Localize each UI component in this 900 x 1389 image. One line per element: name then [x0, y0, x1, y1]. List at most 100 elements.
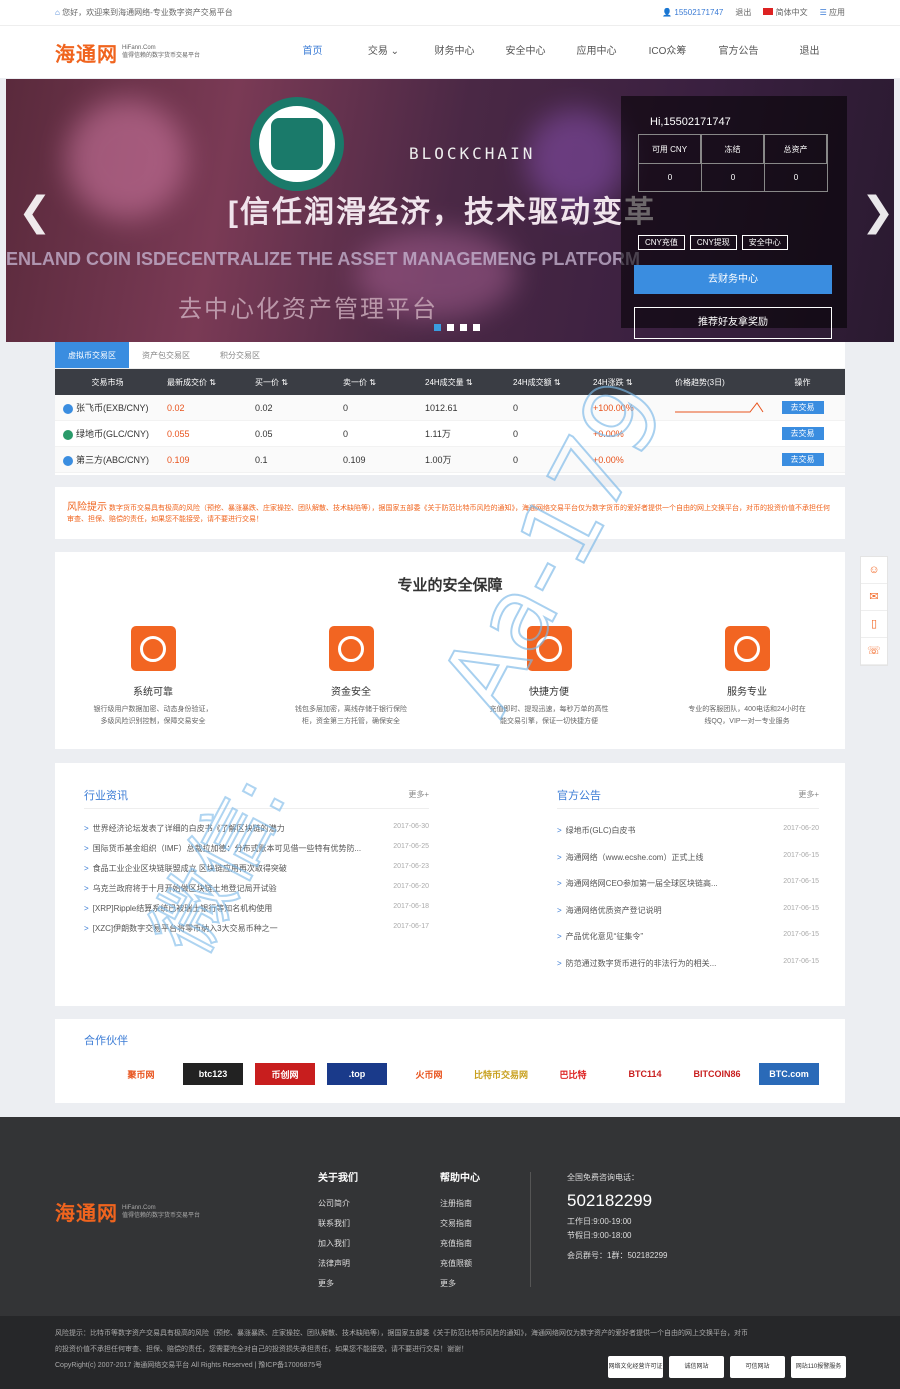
- footer-link[interactable]: 公司简介: [318, 1194, 358, 1214]
- col-sell[interactable]: 卖一价 ⇅: [328, 377, 410, 388]
- table-row[interactable]: 绿地币(GLC/CNY) 0.055 0.05 0 1.11万 0 +0.00% 去交易: [55, 421, 845, 447]
- footer-logo[interactable]: 海通网 HiFann.Com 值得信赖的数字货币交易平台: [55, 1197, 200, 1226]
- partner-logo[interactable]: 币创网: [255, 1063, 315, 1085]
- banner-subtitle: 去中心化资产管理平台: [178, 296, 438, 323]
- list-item[interactable]: > 绿地币(GLC)白皮书 2017-06-20: [557, 825, 819, 852]
- partner-logo[interactable]: 巴比特: [537, 1063, 609, 1085]
- finance-center-button[interactable]: 去财务中心: [634, 265, 832, 294]
- apps-link[interactable]: ☰ 应用: [820, 7, 845, 18]
- nav-logout[interactable]: 退出: [774, 26, 845, 78]
- tab-points[interactable]: 积分交易区: [203, 342, 277, 368]
- trust-badge[interactable]: 诚信网站: [669, 1356, 724, 1378]
- list-item[interactable]: > 产品优化意见“征集令” 2017-06-15: [557, 931, 819, 958]
- trade-button[interactable]: 去交易: [781, 401, 824, 414]
- footer-link[interactable]: 充值指南: [440, 1234, 480, 1254]
- list-item[interactable]: > 海通网络网CEO参加第一届全球区块链高... 2017-06-15: [557, 878, 819, 905]
- banner-slogan: [信任润滑经济，技术驱动变革: [228, 196, 656, 229]
- list-item[interactable]: > 国际货币基金组织（IMF）总裁拉加德：分布式账本可见借一些特有优势防... 20…: [84, 843, 429, 863]
- col-price[interactable]: 最新成交价 ⇅: [152, 377, 240, 388]
- nav-home[interactable]: 首页: [277, 26, 348, 78]
- table-row[interactable]: 第三方(ABC/CNY) 0.109 0.1 0.109 1.00万 0 +0.00% 去…: [55, 447, 845, 473]
- chat-icon[interactable]: ✉: [861, 584, 887, 611]
- list-item[interactable]: > 世界经济论坛发表了详细的白皮书《了解区块链的潜力 2017-06-30: [84, 823, 429, 843]
- trade-button[interactable]: 去交易: [781, 453, 824, 466]
- footer-link[interactable]: 交易指南: [440, 1214, 480, 1234]
- footer-link[interactable]: 联系我们: [318, 1214, 358, 1234]
- list-item[interactable]: > 食品工业企业区块链联盟成立 区块链应用再次取得突破 2017-06-23: [84, 863, 429, 883]
- partner-logo[interactable]: btc123: [183, 1063, 243, 1085]
- notice-title: 官方公告: [557, 790, 601, 802]
- partner-logo[interactable]: 比特币交易网: [465, 1063, 537, 1085]
- list-item[interactable]: > 乌克兰政府将于十月开始做区块链土地登记局开试验 2017-06-20: [84, 883, 429, 903]
- nav-ico[interactable]: ICO众筹: [632, 26, 703, 78]
- home-icon[interactable]: ⌂: [55, 8, 60, 17]
- security-section: 专业的安全保障 系统可靠 银行级用户数据加密、动态身份验证， 多级风险识别控制，保障…: [55, 552, 845, 749]
- col-buy[interactable]: 买一价 ⇅: [240, 377, 328, 388]
- col-change[interactable]: 24H涨跌 ⇅: [578, 377, 660, 388]
- footer-link[interactable]: 更多: [318, 1274, 358, 1294]
- bullet-icon: >: [84, 844, 89, 853]
- carousel-dot[interactable]: [460, 324, 467, 331]
- partner-logo[interactable]: BITCOIN86: [681, 1063, 753, 1085]
- balance-frozen: 冻结 0: [702, 135, 765, 191]
- carousel-dot[interactable]: [434, 324, 441, 331]
- tab-virtual-coin[interactable]: 虚拟币交易区: [55, 342, 129, 368]
- col-amount[interactable]: 24H成交额 ⇅: [498, 377, 578, 388]
- footer-link[interactable]: 更多: [440, 1274, 480, 1294]
- trend-sparkline: [660, 399, 764, 417]
- footer-link[interactable]: 充值限额: [440, 1254, 480, 1274]
- withdraw-button[interactable]: CNY提现: [689, 235, 737, 250]
- logout-link[interactable]: 退出: [735, 7, 751, 18]
- balance-total: 总资产 0: [765, 135, 827, 191]
- carousel-dot[interactable]: [447, 324, 454, 331]
- main-nav: 首页 交易 ⌄ 财务中心 安全中心 应用中心 ICO众筹 官方公告 退出: [277, 26, 845, 78]
- partner-logo[interactable]: 火币网: [393, 1063, 465, 1085]
- list-item[interactable]: > [XZC]伊朗数字交易平台将零币纳入3大交易币种之一 2017-06-17: [84, 923, 429, 943]
- nav-security[interactable]: 安全中心: [490, 26, 561, 78]
- qq-icon[interactable]: ☺: [861, 557, 887, 584]
- balance-available: 可用 CNY 0: [639, 135, 702, 191]
- trade-button[interactable]: 去交易: [781, 427, 824, 440]
- bullet-icon: >: [84, 884, 89, 893]
- col-volume[interactable]: 24H成交量 ⇅: [410, 377, 498, 388]
- carousel-dot[interactable]: [473, 324, 480, 331]
- logo[interactable]: 海通网 HiFann.Com 值得信赖的数字货币交易平台: [55, 38, 200, 67]
- nav-apps[interactable]: 应用中心: [561, 26, 632, 78]
- deposit-button[interactable]: CNY充值: [638, 235, 685, 250]
- chevron-left-icon[interactable]: ❮: [18, 189, 52, 235]
- nav-trade[interactable]: 交易 ⌄: [348, 26, 419, 78]
- partner-logo[interactable]: .top: [327, 1063, 387, 1085]
- bullet-icon: >: [557, 958, 562, 968]
- partner-logo[interactable]: BTC114: [609, 1063, 681, 1085]
- mobile-icon[interactable]: ▯: [861, 611, 887, 638]
- nav-finance[interactable]: 财务中心: [419, 26, 490, 78]
- shield-icon: [130, 626, 176, 671]
- footer-link[interactable]: 加入我们: [318, 1234, 358, 1254]
- list-item[interactable]: > [XRP]Ripple结算系统已被瑞士银行等知名机构使用 2017-06-18: [84, 903, 429, 923]
- tab-asset-package[interactable]: 资产包交易区: [129, 342, 203, 368]
- trust-badge[interactable]: 网络文化经营许可证: [608, 1356, 663, 1378]
- list-item[interactable]: > 防范通过数字货币进行的非法行为的相关... 2017-06-15: [557, 958, 819, 985]
- banner-english: ENLAND COIN ISDECENTRALIZE THE ASSET MAN…: [6, 249, 640, 269]
- security-center-button[interactable]: 安全中心: [741, 235, 788, 250]
- nav-notice[interactable]: 官方公告: [703, 26, 774, 78]
- table-row[interactable]: 张飞币(EXB/CNY) 0.02 0.02 0 1012.61 0 +100.00% 去…: [55, 395, 845, 421]
- banner-heading: BLOCKCHAIN: [409, 144, 536, 163]
- footer-link[interactable]: 注册指南: [440, 1194, 480, 1214]
- partners-section: 合作伙伴 聚币网 btc123 币创网 .top 火币网 比特币交易网 巴比特 BTC114 B…: [55, 1019, 845, 1103]
- user-link[interactable]: 👤 15502171747: [662, 8, 723, 17]
- language-selector[interactable]: 简体中文: [763, 7, 808, 18]
- trust-badge[interactable]: 可信网站: [730, 1356, 785, 1378]
- list-item[interactable]: > 海通网络优质资产登记说明 2017-06-15: [557, 905, 819, 932]
- partner-logo[interactable]: 聚币网: [105, 1063, 177, 1085]
- notice-more-link[interactable]: 更多+: [798, 789, 819, 800]
- footer-link[interactable]: 法律声明: [318, 1254, 358, 1274]
- banner-carousel[interactable]: BLOCKCHAIN [信任润滑经济，技术驱动变革 ENLAND COIN IS…: [6, 79, 894, 342]
- phone-icon[interactable]: ☏: [861, 638, 887, 665]
- referral-reward-button[interactable]: 推荐好友拿奖励: [634, 307, 832, 339]
- news-more-link[interactable]: 更多+: [408, 789, 429, 800]
- trust-badge[interactable]: 网站110报警服务: [791, 1356, 846, 1378]
- list-item[interactable]: > 海通网络（www.ecshe.com）正式上线 2017-06-15: [557, 852, 819, 879]
- partner-logo[interactable]: BTC.com: [759, 1063, 819, 1085]
- chevron-right-icon[interactable]: ❯: [861, 189, 894, 235]
